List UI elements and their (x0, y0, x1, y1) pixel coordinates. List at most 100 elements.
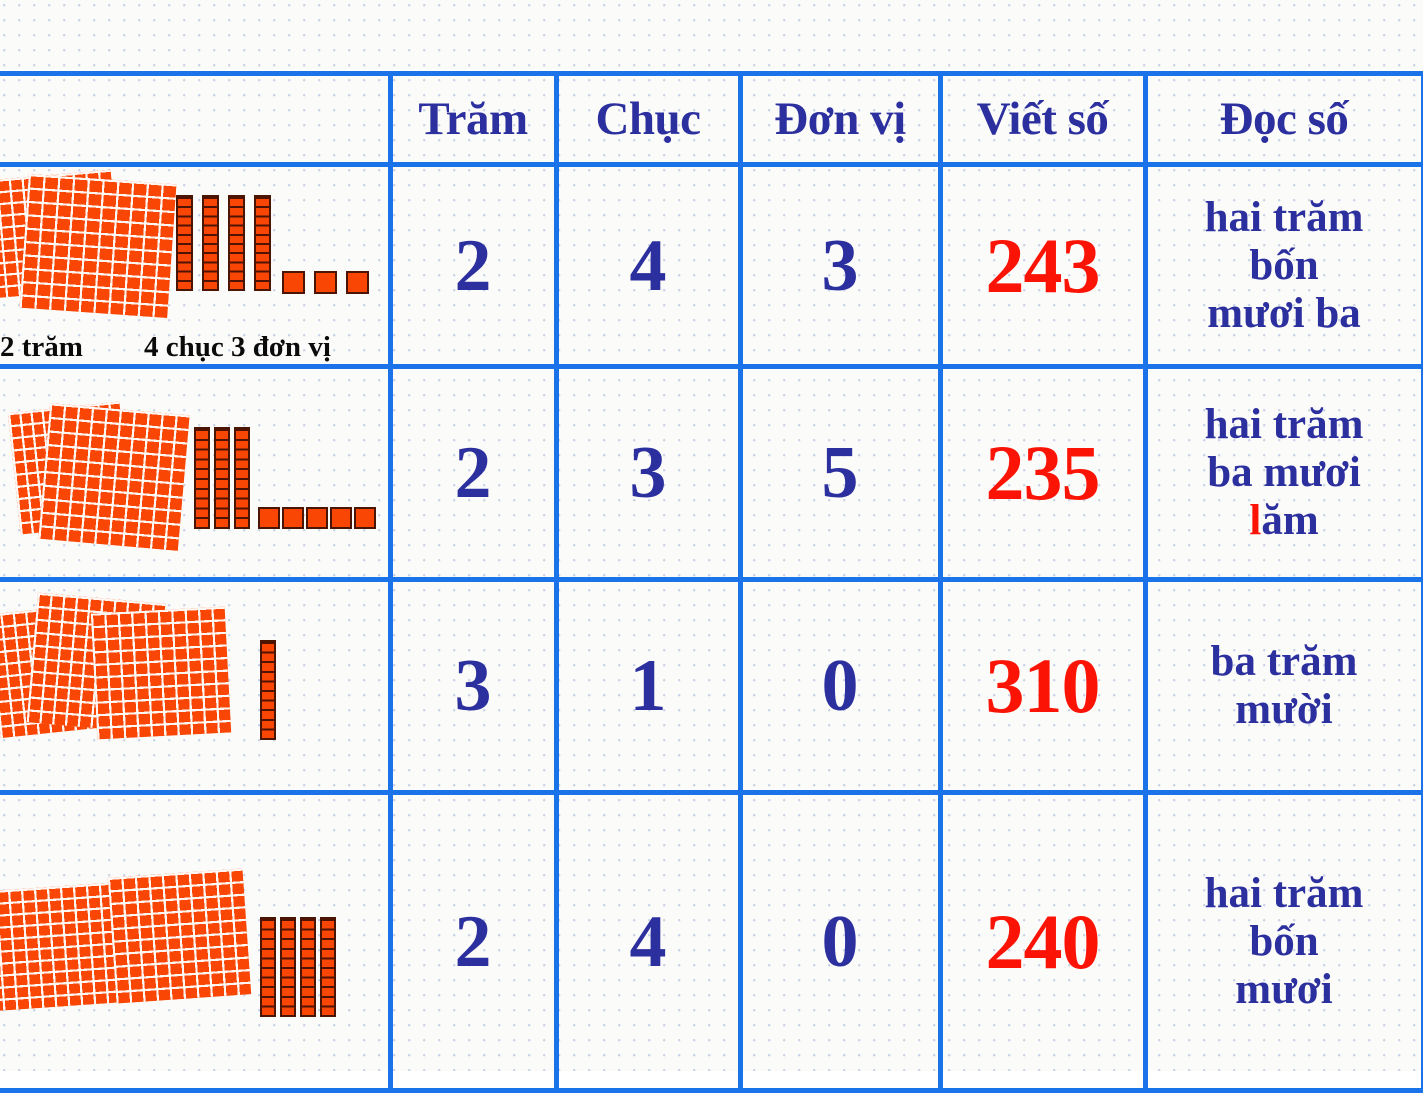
tens-rod (254, 195, 271, 291)
blocks-cell-row1: 2 trăm 4 chục 3 đơn vị (0, 162, 393, 369)
tens-rod (320, 917, 336, 1017)
header-viet-so-label: Viết số (976, 92, 1109, 145)
tram-value-row2: 2 (454, 432, 492, 514)
header-donvi-label: Đơn vị (774, 92, 906, 145)
unit-cube (282, 507, 304, 529)
header-chuc-label: Chục (595, 92, 701, 145)
table-header: Trăm Chục Đơn vị Viết số Đọc số (0, 71, 1423, 167)
slide-canvas: Trăm Chục Đơn vị Viết số Đọc số 2 trăm 4… (0, 0, 1423, 1093)
blocks-cell-row4 (0, 790, 393, 1093)
tens-rod (300, 917, 316, 1017)
unit-cube (346, 271, 369, 294)
doc-so-cell-row1: hai trăm bốn mươi ba (1142, 162, 1423, 369)
blocks-cell-row2 (0, 364, 393, 582)
doc-so-line3-row2: lăm (1134, 497, 1423, 545)
table-row: 2 3 5 235 hai trăm ba mươi lăm (0, 364, 1423, 582)
tens-rod (214, 427, 230, 529)
tram-value-row1: 2 (454, 224, 492, 307)
block-label-hundreds-row1: 2 trăm (0, 331, 83, 363)
tens-rod (194, 427, 210, 529)
block-label-tens-units-row1: 4 chục 3 đơn vị (144, 331, 331, 363)
doc-so-cell-row4: hai trăm bốn mươi (1142, 790, 1423, 1093)
chuc-value-row4: 4 (629, 900, 667, 983)
header-viet-so: Viết số (937, 71, 1148, 167)
blocks-cell-row3 (0, 577, 393, 795)
doc-so-line1-row2: hai trăm (1204, 400, 1364, 448)
viet-so-value-row4: 240 (985, 897, 1101, 985)
viet-so-value-row1: 243 (985, 221, 1101, 309)
tens-rod (228, 195, 245, 291)
tens-rod (176, 195, 193, 291)
table-row: 3 1 0 310 ba trăm mười (0, 577, 1423, 795)
hundreds-flat (0, 882, 121, 1012)
doc-so-line1-row3: ba trăm (1210, 637, 1358, 685)
tram-cell-row3: 3 (387, 577, 559, 795)
unit-cube (258, 507, 280, 529)
doc-so-value-row4: hai trăm bốn mươi (1132, 869, 1423, 1013)
header-row: Trăm Chục Đơn vị Viết số Đọc số (0, 71, 1423, 167)
donvi-value-row2: 5 (821, 432, 859, 514)
tram-value-row3: 3 (454, 645, 492, 727)
tram-cell-row1: 2 (387, 162, 559, 369)
donvi-cell-row1: 3 (737, 162, 943, 369)
place-value-table: Trăm Chục Đơn vị Viết số Đọc số 2 trăm 4… (0, 71, 1423, 1093)
donvi-cell-row3: 0 (737, 577, 943, 795)
doc-so-line3-row4: mươi (1235, 965, 1333, 1013)
base-ten-blocks-row2 (0, 369, 388, 577)
base-ten-blocks-row4 (0, 795, 388, 1088)
doc-so-cell-row3: ba trăm mười (1142, 577, 1423, 795)
chuc-cell-row1: 4 (553, 162, 743, 369)
unit-cube (354, 507, 376, 529)
tens-rod (202, 195, 219, 291)
chuc-value-row1: 4 (629, 224, 667, 307)
doc-so-line1-row1: hai trăm (1204, 193, 1364, 241)
unit-cube (330, 507, 352, 529)
doc-so-line3-row1: mươi ba (1207, 289, 1361, 337)
doc-so-line2-row1: bốn (1249, 241, 1319, 289)
donvi-value-row1: 3 (821, 224, 859, 307)
hundreds-flat (90, 606, 232, 740)
donvi-value-row3: 0 (821, 645, 859, 727)
hundreds-flat (19, 174, 177, 318)
doc-so-highlight-row2: l (1249, 497, 1262, 545)
unit-cube (314, 271, 337, 294)
hundreds-flat (107, 868, 252, 1004)
tens-rod (260, 917, 276, 1017)
header-donvi: Đơn vị (737, 71, 943, 167)
chuc-cell-row2: 3 (553, 364, 743, 582)
tram-value-row4: 2 (454, 900, 492, 983)
doc-so-cell-row2: hai trăm ba mươi lăm (1142, 364, 1423, 582)
donvi-cell-row2: 5 (737, 364, 943, 582)
doc-so-line2-row4: bốn (1249, 917, 1319, 965)
tram-cell-row2: 2 (387, 364, 559, 582)
header-tram: Trăm (387, 71, 559, 167)
tens-rod (234, 427, 250, 529)
doc-so-line2-row3: mười (1235, 686, 1333, 733)
header-doc-so: Đọc số (1142, 71, 1423, 167)
donvi-value-row4: 0 (821, 900, 859, 983)
viet-so-cell-row2: 235 (937, 364, 1148, 582)
chuc-cell-row3: 1 (553, 577, 743, 795)
table-body: 2 trăm 4 chục 3 đơn vị 2 4 3 243 hai tră… (0, 162, 1423, 1093)
viet-so-cell-row4: 240 (937, 790, 1148, 1093)
unit-cube (282, 271, 305, 294)
donvi-cell-row4: 0 (737, 790, 943, 1093)
viet-so-cell-row3: 310 (937, 577, 1148, 795)
doc-so-value-row3: ba trăm mười (1148, 638, 1421, 734)
tens-rod (280, 917, 296, 1017)
header-doc-so-label: Đọc số (1219, 92, 1349, 145)
base-ten-blocks-row3 (0, 582, 388, 790)
header-tram-label: Trăm (418, 92, 528, 145)
table-row: 2 trăm 4 chục 3 đơn vị 2 4 3 243 hai tră… (0, 162, 1423, 369)
table-row: 2 4 0 240 hai trăm bốn mươi (0, 790, 1423, 1093)
chuc-value-row2: 3 (629, 432, 667, 514)
chuc-cell-row4: 4 (553, 790, 743, 1093)
hundreds-flat (38, 403, 190, 551)
unit-cube (306, 507, 328, 529)
tens-rod (260, 640, 276, 740)
doc-so-value-row1: hai trăm bốn mươi ba (1132, 193, 1423, 337)
tram-cell-row4: 2 (387, 790, 559, 1093)
doc-so-line2-row2: ba mươi (1207, 448, 1361, 496)
chuc-value-row3: 1 (629, 645, 667, 727)
viet-so-cell-row1: 243 (937, 162, 1148, 369)
